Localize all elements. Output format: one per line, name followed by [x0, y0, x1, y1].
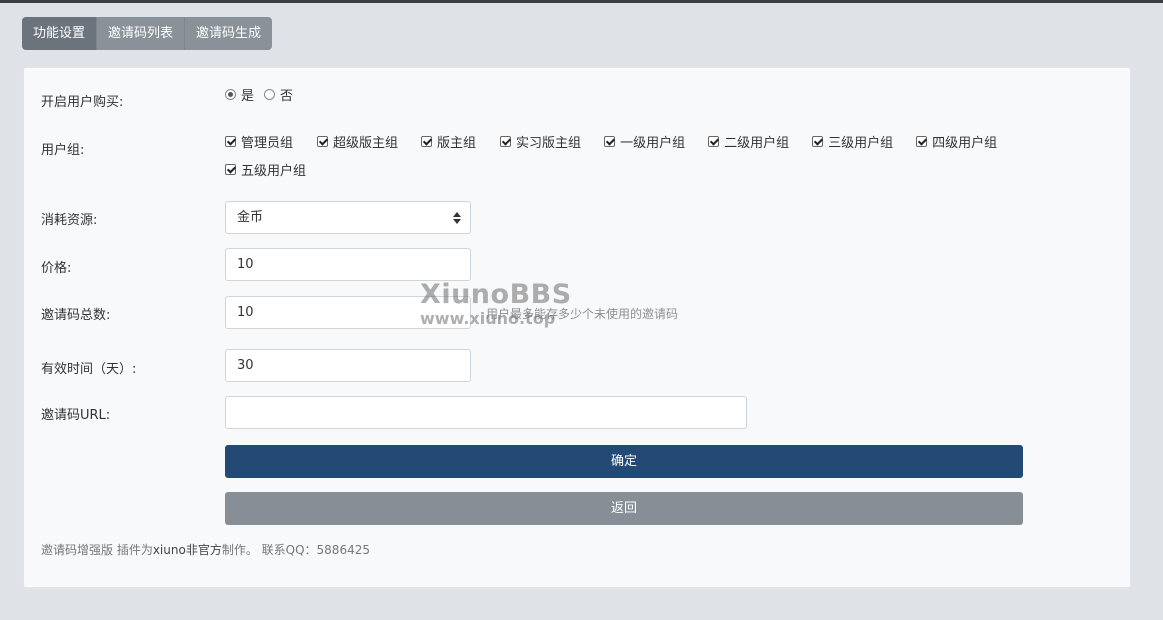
checkbox-checked-icon: [500, 135, 512, 147]
group-label: 二级用户组: [724, 135, 790, 151]
footer-note: 邀请码增强版 插件为xiuno非官方制作。 联系QQ：5886425: [41, 541, 370, 558]
invite-url-input[interactable]: [225, 396, 747, 429]
group-label: 超级版主组: [333, 135, 399, 151]
purchase-yes-label: 是: [241, 89, 255, 104]
purchase-label: 开启用户购买:: [41, 95, 124, 110]
group-label: 管理员组: [241, 135, 294, 151]
total-label: 邀请码总数:: [41, 308, 111, 323]
tab-invite-generate[interactable]: 邀请码生成: [185, 17, 273, 50]
groups-checkbox-list: 管理员组 超级版主组 版主组 实习版主组 一级用户组 二级用户组 三级用户组 四…: [225, 127, 1105, 183]
checkbox-checked-icon: [708, 135, 720, 147]
checkbox-checked-icon: [604, 135, 616, 147]
group-checkbox-level4[interactable]: 四级用户组: [916, 132, 997, 151]
total-input[interactable]: 10: [225, 296, 471, 329]
checkbox-checked-icon: [812, 135, 824, 147]
invite-url-label: 邀请码URL:: [41, 408, 111, 423]
confirm-button[interactable]: 确定: [225, 445, 1023, 478]
checkbox-checked-icon: [225, 163, 236, 175]
tab-invite-list[interactable]: 邀请码列表: [97, 17, 186, 50]
group-checkbox-intern-moderator[interactable]: 实习版主组: [500, 132, 581, 151]
group-checkbox-super-moderator[interactable]: 超级版主组: [317, 132, 398, 151]
back-button[interactable]: 返回: [225, 492, 1023, 525]
total-help-text: 用户最多能存多少个未使用的邀请码: [486, 307, 679, 321]
group-label: 版主组: [437, 135, 477, 151]
valid-days-input-value: 30: [237, 358, 254, 373]
radio-unselected-icon: [264, 89, 276, 100]
tab-settings[interactable]: 功能设置: [22, 17, 98, 50]
group-checkbox-level2[interactable]: 二级用户组: [708, 132, 789, 151]
resource-select-value: 金币: [237, 210, 264, 225]
group-label: 四级用户组: [932, 135, 998, 151]
purchase-yes-radio[interactable]: 是: [225, 85, 254, 104]
resource-label: 消耗资源:: [41, 213, 98, 228]
price-input-value: 10: [237, 257, 254, 272]
checkbox-checked-icon: [225, 135, 236, 147]
group-checkbox-level3[interactable]: 三级用户组: [812, 132, 893, 151]
group-label: 实习版主组: [516, 135, 582, 151]
resource-select[interactable]: 金币: [225, 201, 471, 234]
group-checkbox-level1[interactable]: 一级用户组: [604, 132, 685, 151]
footer-prefix: 邀请码增强版 插件为: [41, 543, 153, 557]
settings-card: 开启用户购买: 是 否 用户组: 管理员组 超级版主组 版主组 实习版主组 一级…: [23, 67, 1131, 588]
top-bar: [0, 0, 1163, 3]
checkbox-checked-icon: [421, 135, 433, 147]
checkbox-checked-icon: [916, 135, 928, 147]
valid-days-label: 有效时间（天）:: [41, 362, 137, 377]
group-checkbox-level5[interactable]: 五级用户组: [225, 160, 306, 179]
purchase-no-radio[interactable]: 否: [264, 85, 293, 104]
footer-suffix: 制作。 联系QQ：5886425: [221, 543, 370, 557]
footer-author-link[interactable]: xiuno非官方: [153, 543, 222, 557]
price-input[interactable]: 10: [225, 248, 471, 281]
radio-selected-icon: [225, 89, 236, 100]
group-label: 三级用户组: [828, 135, 894, 151]
tab-bar: 功能设置 邀请码列表 邀请码生成: [22, 17, 273, 50]
groups-label: 用户组:: [41, 143, 85, 158]
group-checkbox-moderator[interactable]: 版主组: [421, 132, 476, 151]
purchase-no-label: 否: [280, 89, 294, 104]
valid-days-input[interactable]: 30: [225, 349, 471, 382]
group-label: 五级用户组: [241, 163, 307, 179]
purchase-radio-group: 是 否: [225, 85, 303, 104]
checkbox-checked-icon: [317, 135, 329, 147]
group-label: 一级用户组: [620, 135, 686, 151]
select-arrows-icon: [453, 211, 461, 225]
total-input-value: 10: [237, 305, 254, 320]
price-label: 价格:: [41, 261, 72, 276]
group-checkbox-admin[interactable]: 管理员组: [225, 132, 293, 151]
